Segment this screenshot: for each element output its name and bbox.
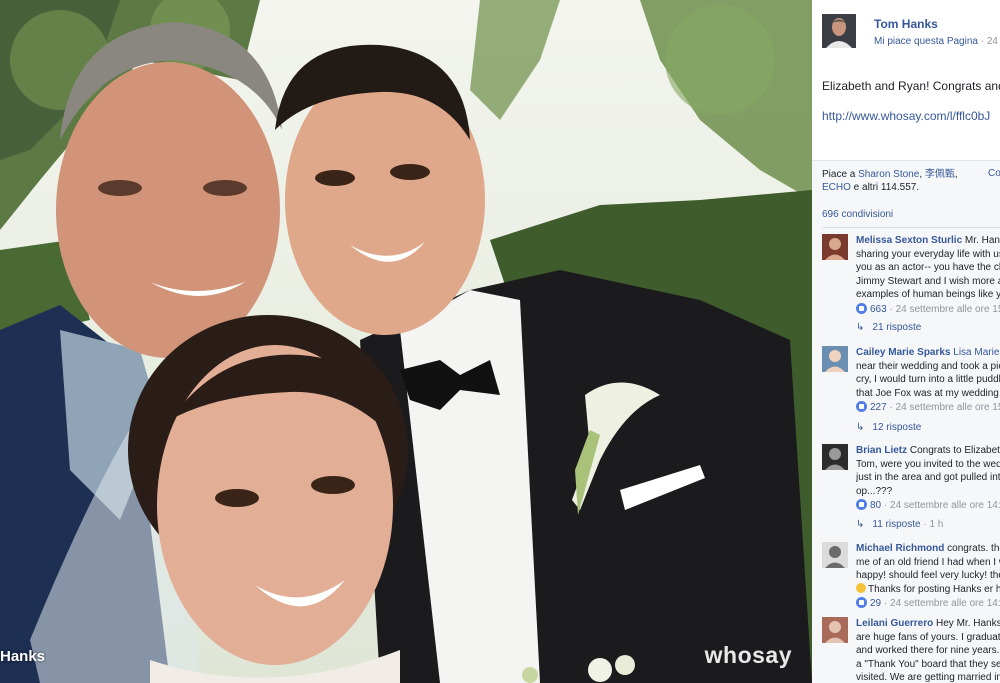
comment-text-line: happy! should feel very lucky! the — [856, 569, 1000, 583]
comment-text-line: are huge fans of yours. I graduate — [856, 631, 1000, 645]
comment-body: Leilani Guerrero Hey Mr. Hanks! are huge … — [856, 617, 1000, 683]
avatar-photo-icon — [822, 234, 848, 260]
avatar-photo-icon — [822, 617, 848, 643]
post-sidebar: Tom Hanks Mi piace questa Pagina · 24 se… — [812, 0, 1000, 683]
commenter-name-link[interactable]: Brian Lietz — [856, 445, 907, 456]
comment-text-line: Jimmy Stewart and I wish more a — [856, 275, 1000, 289]
view-replies-link[interactable]: ↳ 21 risposte — [856, 322, 921, 333]
comment-meta: 80 · 24 settembre alle ore 14:5 — [856, 499, 1000, 513]
comment-text: and worked there for nine years. I — [856, 645, 1000, 656]
comment-text: a "Thank You" board that they ser — [856, 658, 1000, 670]
comment-text-line: and worked there for nine years. I — [856, 644, 1000, 658]
commenter-avatar[interactable] — [822, 542, 848, 568]
post-photo[interactable]: Hanks whosay — [0, 0, 812, 683]
comment-text-line: that Joe Fox was at my wedding — [856, 387, 1000, 401]
comment-text-line: a "Thank You" board that they ser — [856, 658, 1000, 672]
like-icon — [856, 499, 867, 510]
comment-text-line: near their wedding and took a pic — [856, 360, 1000, 374]
comment-text: examples of human beings like yo — [856, 289, 1000, 300]
replies-count[interactable]: 21 risposte — [872, 322, 921, 333]
whosay-watermark: whosay — [704, 642, 792, 668]
commenter-avatar[interactable] — [822, 346, 848, 372]
commenter-avatar[interactable] — [822, 444, 848, 470]
tagged-user-link[interactable]: Lisa Marie S — [951, 347, 1000, 358]
comment-text: me of an old friend I had when I w — [856, 556, 1000, 568]
comment-text-line: visited. We are getting married in — [856, 671, 1000, 683]
like-icon — [856, 302, 867, 314]
comment-body: Melissa Sexton Sturlic Mr. Hanksharing y… — [856, 234, 1000, 316]
comment-body: Brian Lietz Congrats to Elizabeth Tom, we… — [856, 444, 1000, 513]
comment-text: you as an actor-- you have the cla — [856, 262, 1000, 273]
avatar-photo-icon — [822, 542, 848, 568]
avatar-photo-icon — [822, 346, 848, 372]
selfie-image — [0, 0, 812, 683]
comment-text: Congrats to Elizabeth — [907, 445, 1000, 456]
comment-text-line: examples of human beings like yo — [856, 288, 1000, 302]
comment-text: just in the area and got pulled into — [856, 472, 1000, 483]
comment-meta: 663 · 24 settembre alle ore 15: — [856, 302, 1000, 317]
comment-meta: 29 · 24 settembre alle ore 14: — [856, 597, 1000, 611]
commenter-name-link[interactable]: Leilani Guerrero — [856, 618, 933, 629]
commenter-avatar[interactable] — [822, 234, 848, 260]
comment-text-line: just in the area and got pulled into — [856, 471, 1000, 485]
comment-text: op...??? — [856, 485, 893, 497]
comment-like-count[interactable]: 663 — [870, 304, 887, 315]
comment-text-line: sharing your everyday life with us — [856, 248, 1000, 262]
comment-text-line: op...??? — [856, 485, 1000, 499]
comment-like-count[interactable]: 29 — [870, 598, 881, 609]
comment-text-line: Cailey Marie Sparks Lisa Marie S — [856, 346, 1000, 360]
comment-text: congrats. the — [944, 543, 1000, 554]
reply-arrow-icon: ↳ — [856, 322, 865, 333]
comment-text: visited. We are getting married in — [856, 672, 1000, 683]
commenter-name-link[interactable]: Melissa Sexton Sturlic — [856, 235, 962, 246]
avatar-photo-icon — [822, 444, 848, 470]
comment-text: sharing your everyday life with us — [856, 248, 1000, 260]
comment-text-line: Tom, were you invited to the wedd — [856, 458, 1000, 472]
replies-count[interactable]: 12 risposte — [872, 422, 921, 433]
comment-text: near their wedding and took a pic — [856, 360, 1000, 372]
comment-timestamp[interactable]: · 24 settembre alle ore 14:5 — [881, 500, 1000, 511]
photo-caption-fragment: Hanks — [0, 648, 46, 665]
comment-text-line: cry, I would turn into a little puddle — [856, 373, 1000, 387]
view-replies-link[interactable]: ↳ 12 risposte — [856, 422, 921, 433]
like-icon — [856, 401, 867, 412]
commenter-avatar[interactable] — [822, 617, 848, 643]
comment-text-line: Melissa Sexton Sturlic Mr. Hank — [856, 234, 1000, 248]
comment-text: are huge fans of yours. I graduate — [856, 631, 1000, 643]
reply-time: · 1 h — [920, 519, 944, 530]
comment-text: cry, I would turn into a little puddle — [856, 374, 1000, 385]
comment-timestamp[interactable]: · 24 settembre alle ore 14: — [881, 598, 1000, 609]
comment-text: happy! should feel very lucky! the — [856, 570, 1000, 581]
comment-text-line: Thanks for posting Hanks er h — [856, 582, 1000, 597]
comment-body: Michael Richmond congrats. the me of an o… — [856, 542, 1000, 611]
comment-timestamp[interactable]: · 24 settembre alle ore 15: — [887, 304, 1000, 315]
comment-text: Mr. Hank — [964, 235, 1000, 246]
comment-like-count[interactable]: 227 — [870, 402, 887, 413]
comment-text: Thanks for posting Hanks er h — [868, 583, 1000, 595]
comment-text: Tom, were you invited to the wedd — [856, 458, 1000, 470]
comment-text: Hey Mr. Hanks! — [933, 618, 1000, 629]
comment-meta: 227 · 24 settembre alle ore 15: — [856, 401, 1000, 415]
comment-list: Melissa Sexton Sturlic Mr. Hanksharing y… — [812, 0, 1000, 683]
reply-arrow-icon: ↳ — [856, 422, 865, 433]
replies-count[interactable]: 11 risposte — [872, 519, 920, 530]
view-replies-link[interactable]: ↳ 11 risposte · 1 h — [856, 519, 943, 530]
comment-text-line: you as an actor-- you have the cla — [856, 261, 1000, 275]
smiley-emoji-icon — [856, 582, 866, 593]
reply-arrow-icon: ↳ — [856, 519, 865, 530]
comment-body: Cailey Marie Sparks Lisa Marie Snear the… — [856, 346, 1000, 415]
comment-timestamp[interactable]: · 24 settembre alle ore 15: — [887, 402, 1000, 413]
like-icon — [856, 597, 867, 608]
comment-text-line: me of an old friend I had when I w — [856, 556, 1000, 570]
comment-text: Jimmy Stewart and I wish more a — [856, 275, 1000, 287]
comment-text-line: Leilani Guerrero Hey Mr. Hanks! — [856, 617, 1000, 631]
commenter-name-link[interactable]: Michael Richmond — [856, 543, 944, 554]
commenter-name-link[interactable]: Cailey Marie Sparks — [856, 347, 951, 358]
comment-text: that Joe Fox was at my wedding — [856, 387, 999, 399]
comment-text-line: Michael Richmond congrats. the — [856, 542, 1000, 556]
comment-text-line: Brian Lietz Congrats to Elizabeth — [856, 444, 1000, 458]
comment-like-count[interactable]: 80 — [870, 500, 881, 511]
